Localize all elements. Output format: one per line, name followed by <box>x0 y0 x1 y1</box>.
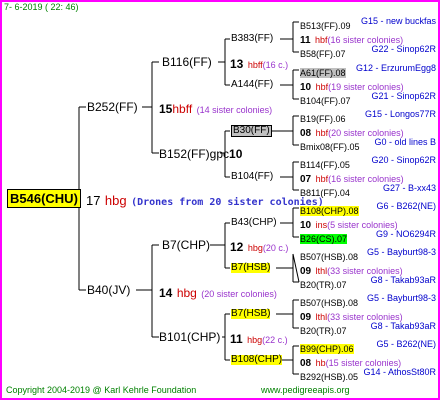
gen4-father[interactable]: B20(TR).07 <box>300 322 347 338</box>
gen4-father[interactable]: Bmix08(FF).05 <box>300 138 360 154</box>
gen1-hb: hbg <box>176 286 197 300</box>
gen1-num: 14 <box>159 286 173 300</box>
root-hb: hbg <box>104 193 127 208</box>
gen4-queen-label: B99(CHP).06 <box>300 344 354 354</box>
root-num: 17 <box>86 193 101 208</box>
gen4-queen-link[interactable]: G5 - B262(NE) <box>376 340 436 349</box>
gen2-queen-1[interactable]: B116(FF) <box>162 56 212 68</box>
gen4-father-link[interactable]: G9 - NO6294R <box>376 230 436 239</box>
root-drone-info: 17 hbg (Drones from 20 sister colonies) <box>86 193 324 209</box>
gen1-queen-1[interactable]: B252(FF) <box>87 101 138 113</box>
gen4-father[interactable]: B26(CS).07 <box>300 230 348 246</box>
gen4-queen-link[interactable]: G5 - Bayburt98-3 <box>367 294 436 303</box>
gen4-hb: hbf <box>315 82 329 92</box>
gen4-father-link[interactable]: G22 - Sinop62R <box>371 45 436 54</box>
gen4-father-label: B26(CS).07 <box>300 234 348 244</box>
gen2-hb: hbff <box>247 60 263 70</box>
gen2-hb: hbg <box>247 243 263 253</box>
gen4-queen-label: B513(FF).09 <box>300 21 351 31</box>
gen4-queen-link[interactable]: G12 - ErzurumEgg8 <box>356 64 436 73</box>
gen4-father-link[interactable]: G21 - Sinop62R <box>371 92 436 101</box>
gen1-note: (20 sister colonies) <box>201 289 277 299</box>
gen4-father-link[interactable]: G0 - old lines B <box>374 138 436 147</box>
footer-copyright: Copyright 2004-2019 @ Karl Kehrle Founda… <box>6 385 197 395</box>
gen4-father-label: B292(HSB).05 <box>300 372 359 382</box>
gen4-queen-link[interactable]: G15 - Longos77R <box>365 110 436 119</box>
gen4-father-label: B20(TR).07 <box>300 326 347 336</box>
gen1-num: 15 <box>159 102 173 116</box>
gen4-father-link[interactable]: G8 - Takab93aR <box>371 276 436 285</box>
gen2-drone-info-4: 11 hbg(22 c.) <box>230 331 288 347</box>
gen2-drone-info-1: 13 hbff(16 c.) <box>230 56 288 72</box>
gen4-father[interactable]: B811(FF).04 <box>300 184 350 200</box>
root-queen[interactable]: B546(CHU) <box>7 189 81 208</box>
gen2-note: (20 c.) <box>262 243 289 253</box>
gen4-father-link[interactable]: G8 - Takab93aR <box>371 322 436 331</box>
gen2-num: 10 <box>229 147 243 161</box>
gen4-father-label: B104(FF).07 <box>300 96 351 106</box>
gen4-father-link[interactable]: G27 - B-xx43 <box>383 184 436 193</box>
gen4-hb: ins <box>315 220 328 230</box>
gen4-hb: hbf <box>315 35 328 45</box>
gen4-father[interactable]: B292(HSB).05 <box>300 368 358 384</box>
footer-url[interactable]: www.pedigreeapis.org <box>261 386 350 395</box>
gen4-queen-link[interactable]: G20 - Sinop62R <box>371 156 436 165</box>
gen4-queen-label: B19(FF).06 <box>300 114 346 124</box>
date-stamp: 7- 6-2019 ( 22: 46) <box>4 2 79 12</box>
gen2-queen-2[interactable]: B152(FF)gpc10 <box>159 148 242 160</box>
gen4-father-label: Bmix08(FF).05 <box>300 142 360 152</box>
gen2-queen-label: B152(FF)gpc <box>159 147 230 161</box>
gen4-hb: lthl <box>315 312 328 322</box>
gen3-queen-4[interactable]: B104(FF) <box>231 172 273 182</box>
gen2-queen-4[interactable]: B101(CHP) <box>159 331 220 343</box>
gen1-note: (14 sister colonies) <box>196 105 273 115</box>
gen3-queen-7[interactable]: B7(HSB) <box>231 309 271 319</box>
gen4-queen-label: B507(HSB).08 <box>300 252 359 262</box>
gen4-queen-label: A61(FF).08 <box>300 68 346 78</box>
root-queen-label: B546(CHU) <box>7 189 81 208</box>
gen2-hb: hbg <box>247 335 263 345</box>
gen4-hb: hb <box>315 358 326 368</box>
gen2-queen-3[interactable]: B7(CHP) <box>162 239 210 251</box>
gen3-queen-2[interactable]: A144(FF) <box>231 80 273 90</box>
gen3-queen-5[interactable]: B43(CHP) <box>231 218 277 228</box>
gen2-num: 12 <box>230 240 244 254</box>
gen2-note: (22 c.) <box>262 335 288 345</box>
root-note: (Drones from 20 sister colonies) <box>131 197 324 208</box>
gen4-hb: lthl <box>315 266 328 276</box>
gen1-drone-info-2: 14 hbg (20 sister colonies) <box>159 285 277 301</box>
gen1-queen-2[interactable]: B40(JV) <box>87 284 130 296</box>
gen4-hb: hbf <box>315 128 329 138</box>
gen4-father-label: B811(FF).04 <box>300 188 350 198</box>
gen4-queen-label: B108(CHP).08 <box>300 206 359 216</box>
gen4-queen-link[interactable]: G5 - Bayburt98-3 <box>367 248 436 257</box>
gen2-num: 11 <box>230 332 243 346</box>
gen4-queen-label: B507(HSB).08 <box>300 298 359 308</box>
gen1-drone-info-1: 15hbff (14 sister colonies) <box>159 101 272 117</box>
gen4-father-link[interactable]: G14 - AthosSt80R <box>363 368 436 377</box>
gen4-queen-label: B114(FF).05 <box>300 160 350 170</box>
gen4-queen-link[interactable]: G6 - B262(NE) <box>376 202 436 211</box>
gen4-father-label: B58(FF).07 <box>300 49 346 59</box>
gen4-father-label: B20(TR).07 <box>300 280 347 290</box>
gen1-hb: hbff <box>172 102 193 116</box>
gen4-queen-link[interactable]: G15 - new buckfas <box>361 17 436 26</box>
gen4-father[interactable]: B58(FF).07 <box>300 45 346 61</box>
gen3-queen-8[interactable]: B108(CHP) <box>231 355 283 365</box>
gen4-hb: hbf <box>315 174 329 184</box>
gen4-father[interactable]: B104(FF).07 <box>300 92 351 108</box>
gen3-queen-1[interactable]: B383(FF) <box>231 34 273 44</box>
gen3-queen-3[interactable]: B30(FF) <box>231 125 272 137</box>
gen2-num: 13 <box>230 57 244 71</box>
gen4-father[interactable]: B20(TR).07 <box>300 276 347 292</box>
gen3-queen-6[interactable]: B7(HSB) <box>231 263 271 273</box>
gen2-drone-info-3: 12 hbg(20 c.) <box>230 239 288 255</box>
gen2-note: (16 c.) <box>262 60 289 70</box>
